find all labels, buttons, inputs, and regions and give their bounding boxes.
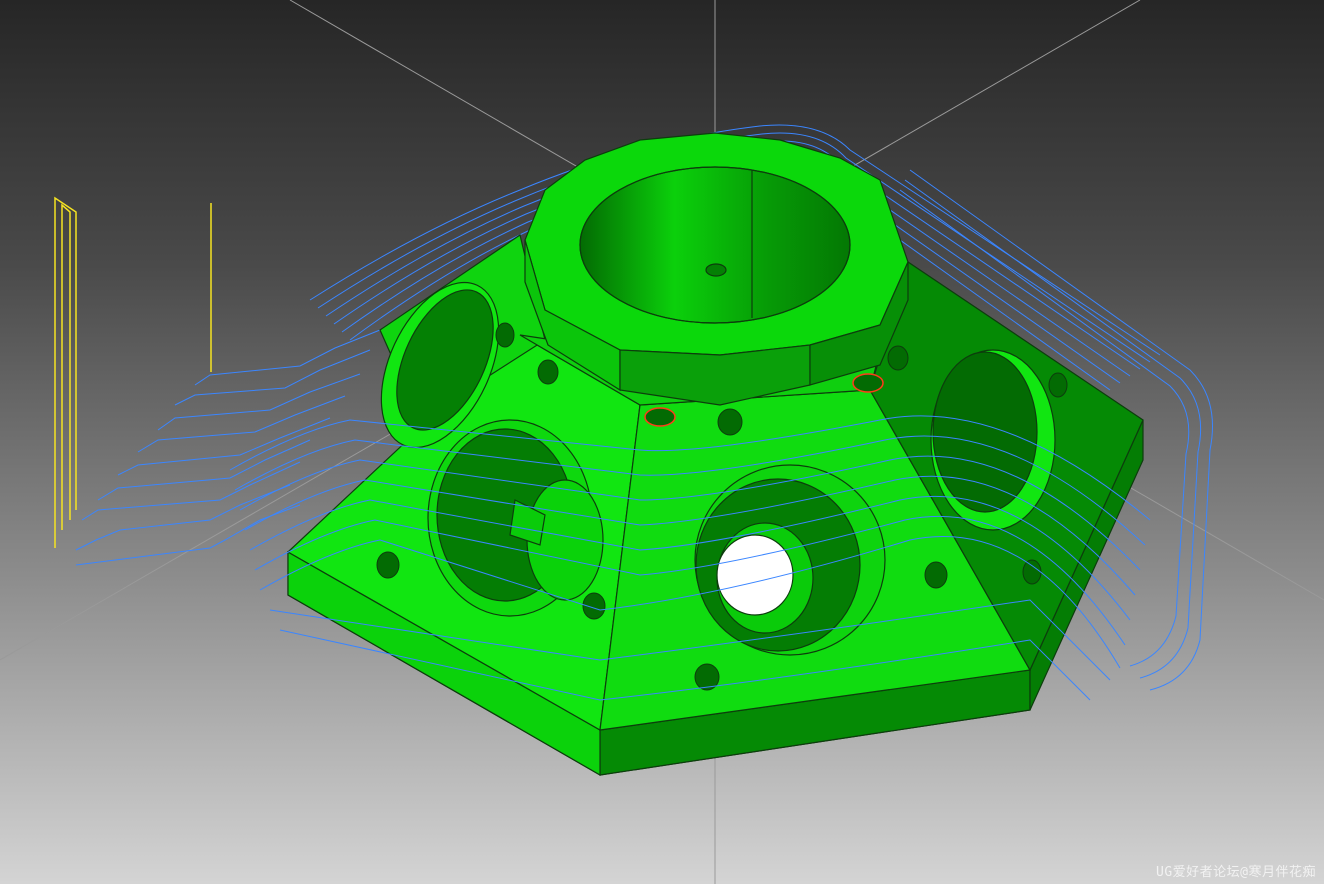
graphics-viewport[interactable]: UG爱好者论坛@寒月伴花痴 [0,0,1324,884]
top-collar [524,132,909,406]
bore-front-right [694,464,886,656]
bore-right-face [930,349,1056,531]
model-scene[interactable] [0,0,1324,884]
tool-axis-lines [54,196,212,548]
forum-watermark: UG爱好者论坛@寒月伴花痴 [1156,865,1316,880]
